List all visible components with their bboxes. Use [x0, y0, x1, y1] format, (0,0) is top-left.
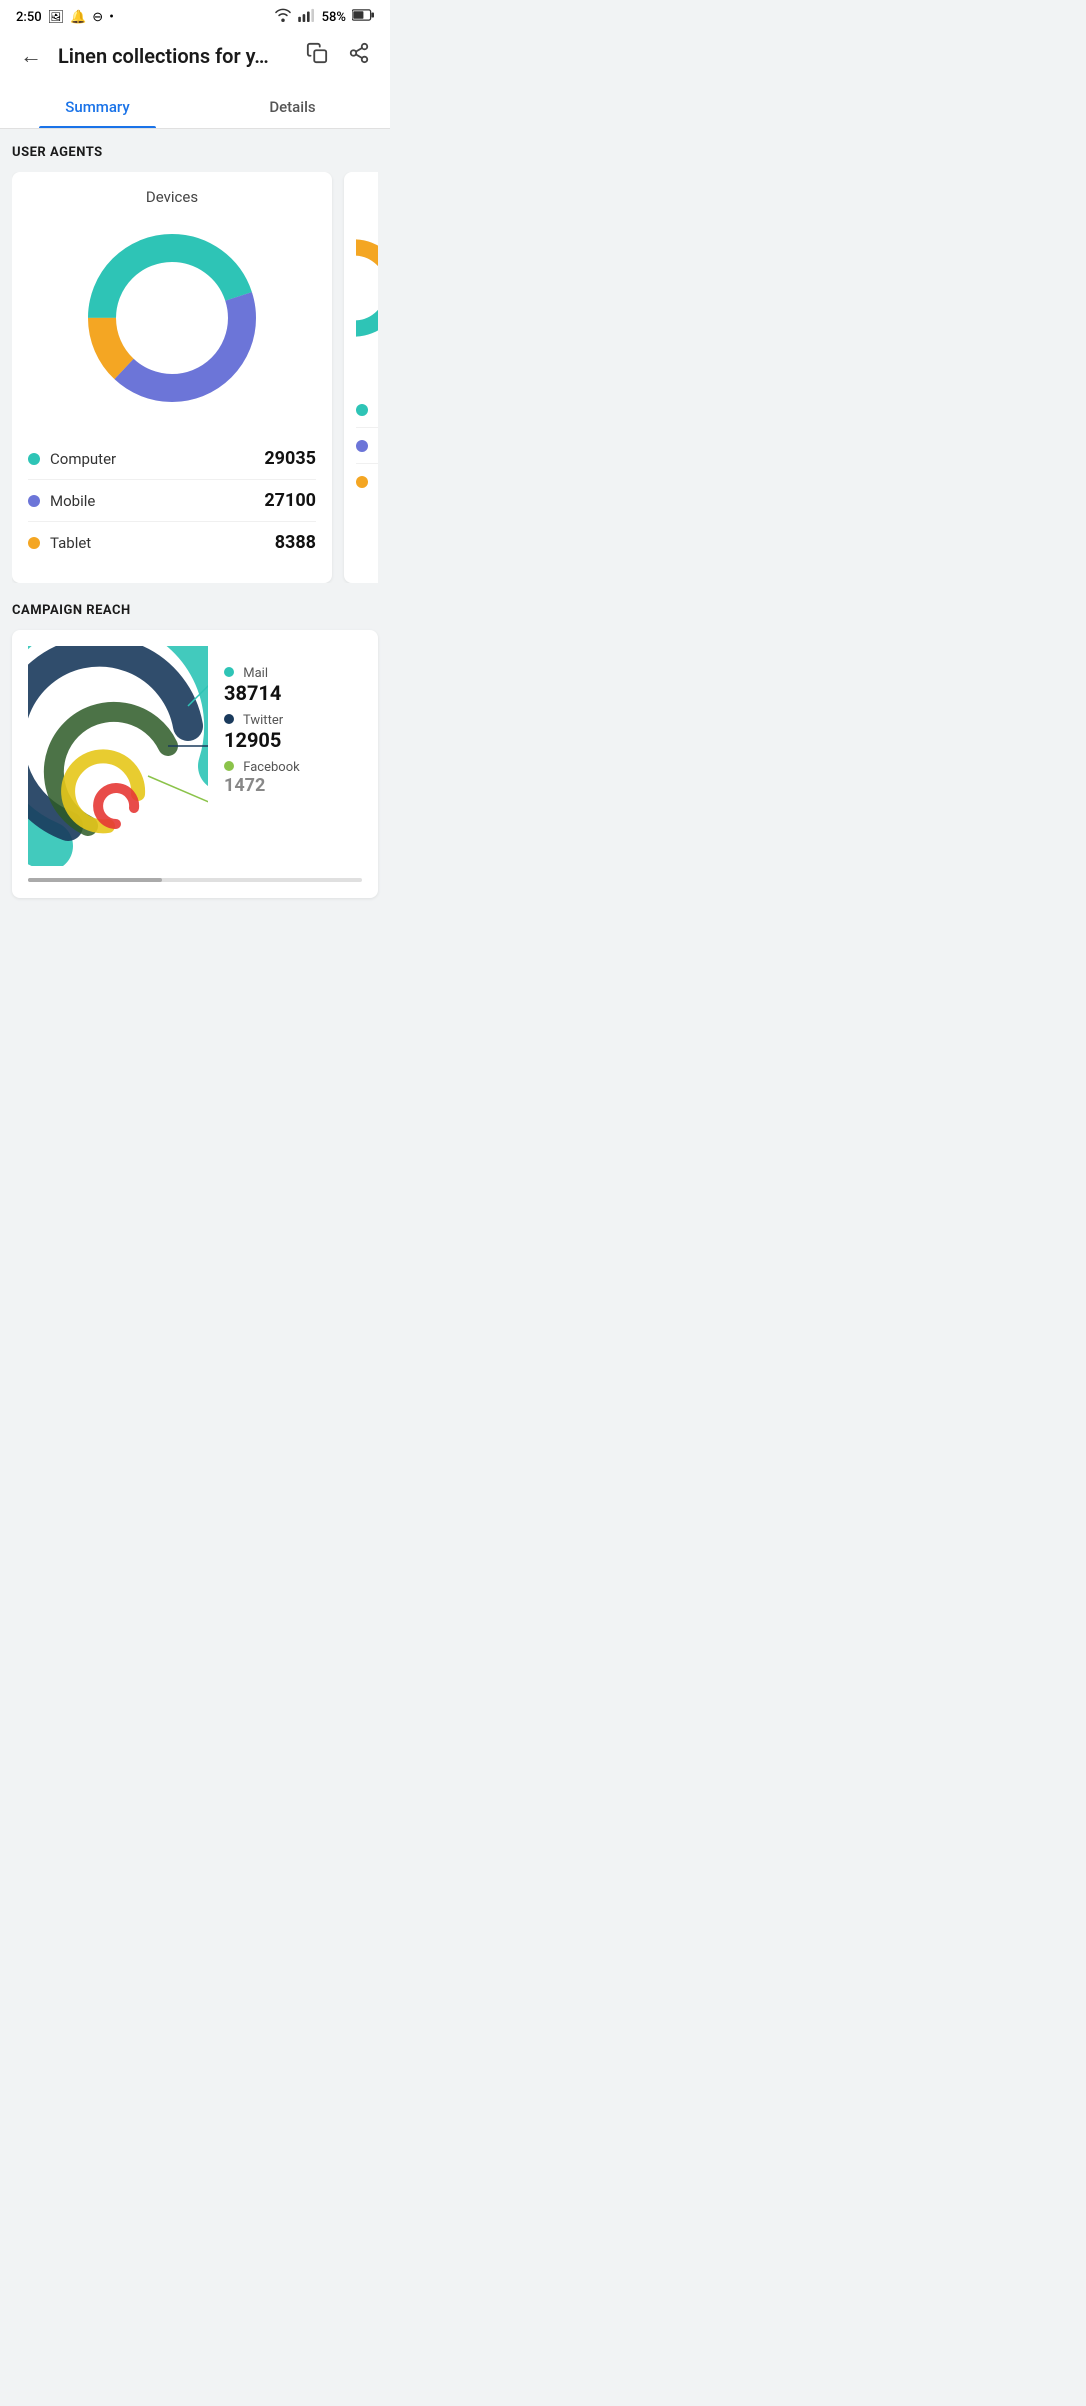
twitter-value: 12905 [224, 728, 362, 752]
outlook-dot [356, 404, 368, 416]
status-left: 2:50 🖼 🔔 ⊖ • [16, 10, 114, 25]
campaign-mail: Mail 38714 [224, 666, 362, 705]
computer-label: Computer [50, 450, 116, 468]
tablet-value: 8388 [275, 532, 316, 553]
campaign-facebook: Facebook 1472 [224, 760, 362, 796]
facebook-dot [224, 761, 234, 771]
page-title: Linen collections for y… [58, 44, 290, 68]
mail-dot [224, 667, 234, 677]
twitter-dot [224, 714, 234, 724]
mail-value: 38714 [224, 681, 362, 705]
user-agents-heading: USER AGENTS [12, 145, 378, 160]
email-clients-card-partial: Outl… App… Othe… [344, 172, 378, 583]
scrollbar-track [28, 878, 362, 882]
donut-chart [72, 218, 272, 418]
mobile-label: Mobile [50, 492, 95, 510]
back-button[interactable]: ← [16, 39, 46, 73]
top-bar: ← Linen collections for y… [0, 30, 390, 86]
facebook-value: 1472 [224, 775, 362, 796]
devices-card-title: Devices [28, 188, 316, 206]
mobile-value: 27100 [264, 490, 316, 511]
signal-icon [298, 8, 316, 26]
time: 2:50 [16, 10, 42, 25]
legend-mobile: Mobile 27100 [28, 480, 316, 522]
campaign-twitter: Twitter 12905 [224, 713, 362, 752]
partial-donut [356, 188, 378, 388]
facebook-label: Facebook [243, 760, 299, 775]
mobile-dot [28, 495, 40, 507]
computer-dot [28, 453, 40, 465]
partial-outlook: Outl… [356, 392, 378, 428]
scrollbar-thumb [28, 878, 162, 882]
campaign-reach-section: CAMPAIGN REACH [12, 603, 378, 898]
share-button[interactable] [344, 38, 374, 74]
partial-apple: App… [356, 428, 378, 464]
battery-text: 58% [322, 10, 346, 25]
tab-details[interactable]: Details [195, 86, 390, 128]
copy-button[interactable] [302, 38, 332, 74]
apple-dot [356, 440, 368, 452]
gallery-icon: 🖼 [48, 10, 65, 25]
campaign-chart-area [28, 646, 208, 866]
other-dot [356, 476, 368, 488]
tablet-label: Tablet [50, 534, 91, 552]
dot-indicator: • [109, 10, 114, 25]
cards-row: Devices Computer [12, 172, 378, 583]
campaign-card: Mail 38714 Twitter 12905 [12, 630, 378, 898]
status-bar: 2:50 🖼 🔔 ⊖ • 58% [0, 0, 390, 30]
legend-computer: Computer 29035 [28, 438, 316, 480]
dnd-icon: ⊖ [92, 10, 103, 25]
tabs: Summary Details [0, 86, 390, 129]
wifi-icon [274, 8, 292, 26]
tablet-dot [28, 537, 40, 549]
partial-donut-svg [356, 208, 378, 368]
computer-value: 29035 [264, 448, 316, 469]
devices-card: Devices Computer [12, 172, 332, 583]
campaign-legend: Mail 38714 Twitter 12905 [208, 646, 362, 796]
legend-tablet: Tablet 8388 [28, 522, 316, 563]
mail-label: Mail [243, 666, 268, 681]
campaign-reach-heading: CAMPAIGN REACH [12, 603, 378, 618]
notification-icon: 🔔 [70, 10, 86, 25]
status-right: 58% [274, 8, 374, 26]
tab-summary[interactable]: Summary [0, 86, 195, 128]
twitter-label: Twitter [243, 713, 283, 728]
page-content: USER AGENTS Devices [0, 129, 390, 914]
campaign-radial-chart [28, 646, 208, 866]
donut-chart-container [28, 218, 316, 418]
partial-other: Othe… [356, 464, 378, 499]
battery-icon [352, 9, 374, 25]
